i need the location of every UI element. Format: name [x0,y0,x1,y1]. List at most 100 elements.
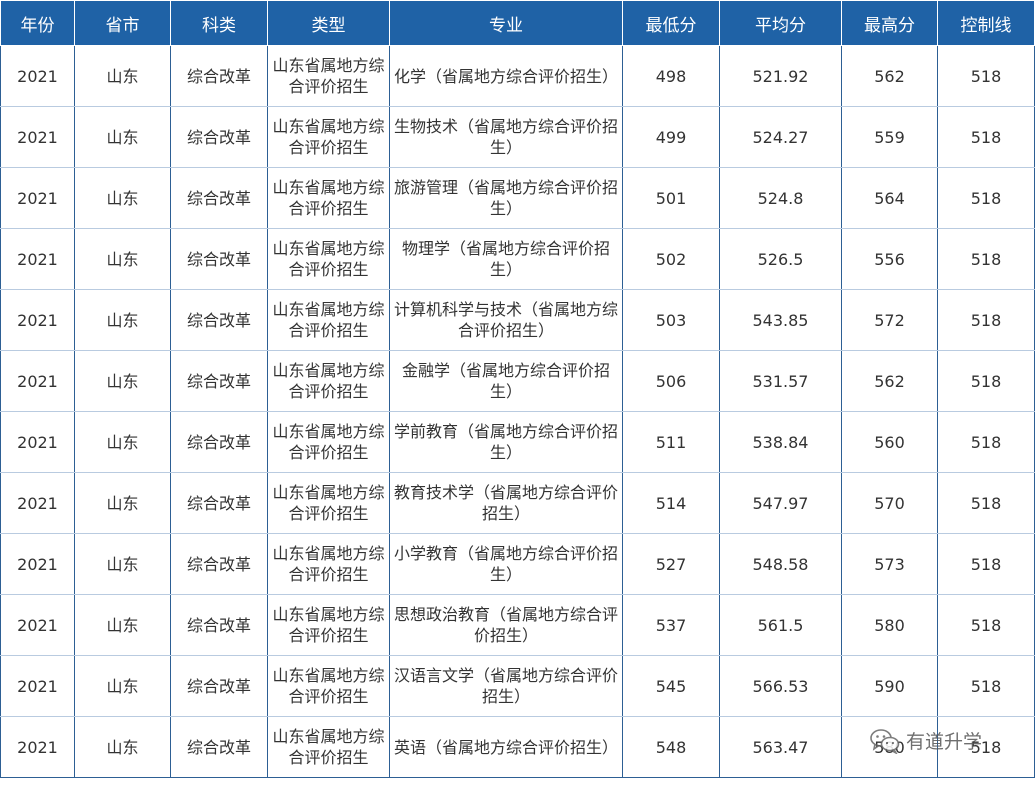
cell-subject-category: 综合改革 [170,289,268,351]
cell-max-score: 580 [841,716,938,778]
table-body: 2021 山东 综合改革 山东省属地方综合评价招生 化学（省属地方综合评价招生） 498 5… [0,45,1035,778]
cell-subject-category: 综合改革 [170,411,268,473]
cell-major: 教育技术学（省属地方综合评价招生） [389,472,623,534]
cell-avg-score: 563.47 [719,716,842,778]
cell-subject-category: 综合改革 [170,350,268,412]
table-row: 2021 山东 综合改革 山东省属地方综合评价招生 教育技术学（省属地方综合评价招生） 5… [0,472,1035,534]
cell-subject-category: 综合改革 [170,655,268,717]
cell-year: 2021 [0,289,75,351]
cell-admission-type: 山东省属地方综合评价招生 [267,594,390,656]
cell-min-score: 499 [622,106,720,168]
cell-avg-score: 531.57 [719,350,842,412]
cell-year: 2021 [0,655,75,717]
cell-admission-type: 山东省属地方综合评价招生 [267,289,390,351]
cell-year: 2021 [0,533,75,595]
cell-avg-score: 547.97 [719,472,842,534]
table-row: 2021 山东 综合改革 山东省属地方综合评价招生 小学教育（省属地方综合评价招生） 52… [0,533,1035,595]
header-row: 年份 省市 科类 类型 专业 最低分 平均分 最高分 控制线 [0,0,1035,46]
table-row: 2021 山东 综合改革 山东省属地方综合评价招生 旅游管理（省属地方综合评价招生） 50… [0,167,1035,229]
table-row: 2021 山东 综合改革 山东省属地方综合评价招生 化学（省属地方综合评价招生） 498 5… [0,45,1035,107]
header-max-score: 最高分 [841,0,938,46]
cell-max-score: 580 [841,594,938,656]
cell-year: 2021 [0,350,75,412]
cell-max-score: 559 [841,106,938,168]
cell-min-score: 545 [622,655,720,717]
cell-subject-category: 综合改革 [170,106,268,168]
header-admission-type: 类型 [267,0,390,46]
cell-year: 2021 [0,45,75,107]
cell-year: 2021 [0,167,75,229]
cell-province: 山东 [74,716,171,778]
table-row: 2021 山东 综合改革 山东省属地方综合评价招生 思想政治教育（省属地方综合评价招生）… [0,594,1035,656]
header-control-line: 控制线 [937,0,1035,46]
cell-avg-score: 526.5 [719,228,842,290]
cell-subject-category: 综合改革 [170,167,268,229]
cell-year: 2021 [0,472,75,534]
cell-province: 山东 [74,106,171,168]
cell-year: 2021 [0,106,75,168]
cell-admission-type: 山东省属地方综合评价招生 [267,45,390,107]
cell-control-line: 518 [937,228,1035,290]
cell-avg-score: 524.8 [719,167,842,229]
cell-admission-type: 山东省属地方综合评价招生 [267,533,390,595]
cell-province: 山东 [74,289,171,351]
cell-major: 金融学（省属地方综合评价招生） [389,350,623,412]
cell-major: 小学教育（省属地方综合评价招生） [389,533,623,595]
admission-scores-table: 年份 省市 科类 类型 专业 最低分 平均分 最高分 控制线 2021 山东 综合改… [0,0,1035,778]
cell-min-score: 514 [622,472,720,534]
cell-admission-type: 山东省属地方综合评价招生 [267,350,390,412]
cell-max-score: 570 [841,472,938,534]
cell-major: 计算机科学与技术（省属地方综合评价招生） [389,289,623,351]
header-min-score: 最低分 [622,0,720,46]
cell-control-line: 518 [937,289,1035,351]
table-row: 2021 山东 综合改革 山东省属地方综合评价招生 生物技术（省属地方综合评价招生） 49… [0,106,1035,168]
cell-avg-score: 548.58 [719,533,842,595]
cell-province: 山东 [74,411,171,473]
cell-control-line: 518 [937,350,1035,412]
cell-year: 2021 [0,228,75,290]
cell-min-score: 527 [622,533,720,595]
cell-min-score: 511 [622,411,720,473]
cell-min-score: 501 [622,167,720,229]
cell-control-line: 518 [937,533,1035,595]
cell-max-score: 562 [841,45,938,107]
cell-admission-type: 山东省属地方综合评价招生 [267,655,390,717]
cell-admission-type: 山东省属地方综合评价招生 [267,716,390,778]
cell-major: 化学（省属地方综合评价招生） [389,45,623,107]
cell-major: 物理学（省属地方综合评价招生） [389,228,623,290]
header-avg-score: 平均分 [719,0,842,46]
cell-avg-score: 543.85 [719,289,842,351]
cell-province: 山东 [74,228,171,290]
cell-max-score: 560 [841,411,938,473]
cell-control-line: 518 [937,167,1035,229]
header-major: 专业 [389,0,623,46]
cell-min-score: 548 [622,716,720,778]
cell-max-score: 564 [841,167,938,229]
cell-major: 英语（省属地方综合评价招生） [389,716,623,778]
cell-province: 山东 [74,594,171,656]
cell-subject-category: 综合改革 [170,45,268,107]
cell-admission-type: 山东省属地方综合评价招生 [267,228,390,290]
cell-avg-score: 538.84 [719,411,842,473]
cell-admission-type: 山东省属地方综合评价招生 [267,411,390,473]
cell-avg-score: 561.5 [719,594,842,656]
cell-admission-type: 山东省属地方综合评价招生 [267,106,390,168]
header-subject-category: 科类 [170,0,268,46]
cell-year: 2021 [0,594,75,656]
cell-year: 2021 [0,716,75,778]
cell-max-score: 590 [841,655,938,717]
cell-control-line: 518 [937,45,1035,107]
cell-subject-category: 综合改革 [170,533,268,595]
cell-control-line: 518 [937,472,1035,534]
cell-subject-category: 综合改革 [170,472,268,534]
cell-major: 生物技术（省属地方综合评价招生） [389,106,623,168]
cell-min-score: 537 [622,594,720,656]
cell-subject-category: 综合改革 [170,594,268,656]
cell-province: 山东 [74,45,171,107]
cell-avg-score: 524.27 [719,106,842,168]
cell-admission-type: 山东省属地方综合评价招生 [267,472,390,534]
cell-major: 汉语言文学（省属地方综合评价招生） [389,655,623,717]
cell-max-score: 562 [841,350,938,412]
cell-control-line: 518 [937,716,1035,778]
header-province: 省市 [74,0,171,46]
